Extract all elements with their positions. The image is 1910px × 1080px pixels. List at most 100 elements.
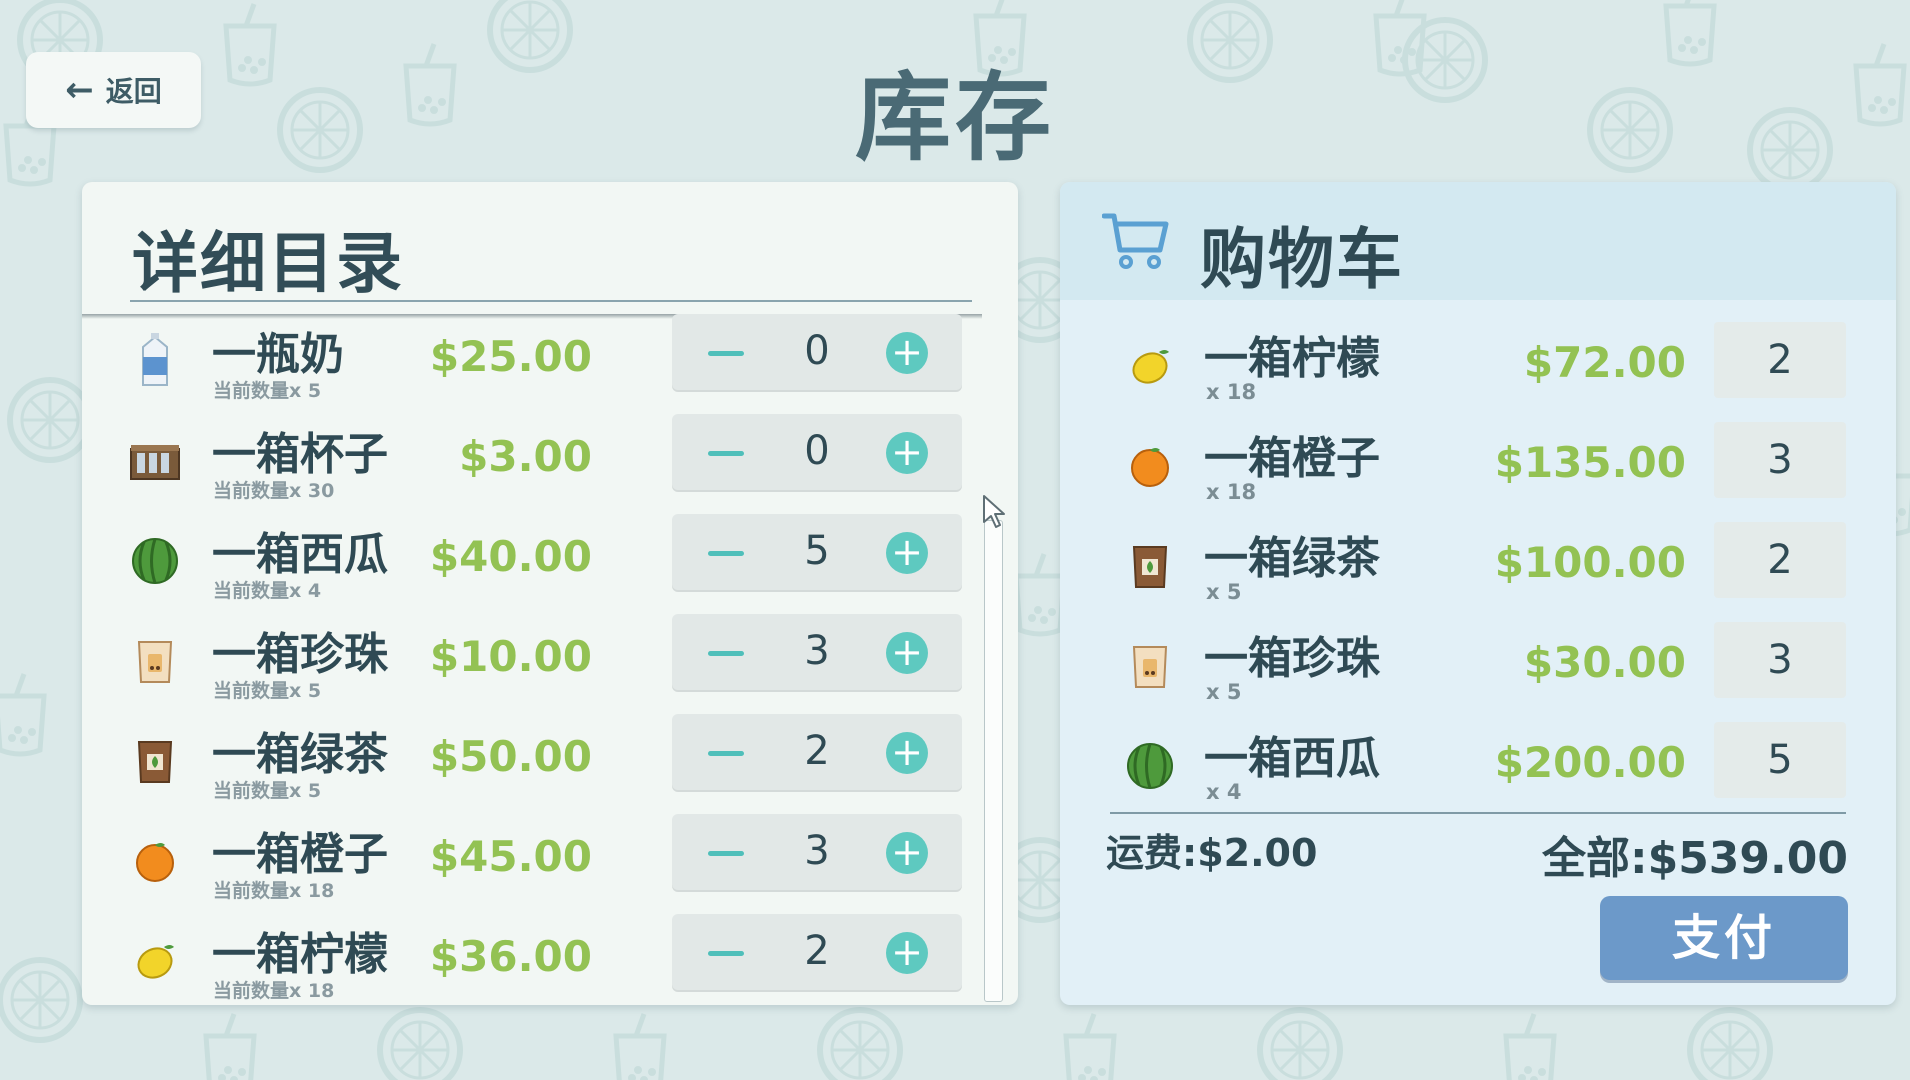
item-name: 一箱绿茶 — [212, 729, 388, 780]
cart-item-unit-count: x 18 — [1206, 480, 1257, 504]
quantity-stepper: 3 + — [672, 614, 962, 692]
cart-item-price: $30.00 — [1523, 638, 1686, 687]
mouse-cursor-icon — [983, 495, 1005, 528]
cart-item-name: 一箱西瓜 — [1204, 733, 1380, 784]
item-name: 一箱杯子 — [212, 429, 388, 480]
cart-item: 一箱柠檬 x 18 $72.00 2 — [1060, 322, 1896, 422]
catalog-item: 一瓶奶 当前数量x 5 $25.00 0 + — [82, 314, 982, 414]
catalog-item: 一箱珍珠 当前数量x 5 $10.00 3 + — [82, 614, 982, 714]
catalog-title: 详细目录 — [132, 225, 404, 302]
plus-icon[interactable]: + — [886, 632, 928, 674]
item-stock: 当前数量x 5 — [213, 780, 322, 802]
catalog-item: 一箱柠檬 当前数量x 18 $36.00 2 + — [82, 914, 982, 1005]
quantity-stepper: 2 + — [672, 714, 962, 792]
cart-qty-field[interactable]: 3 — [1714, 622, 1846, 698]
stepper-value: 3 — [804, 628, 830, 674]
stepper-value: 0 — [804, 328, 830, 374]
cart-item-name: 一箱珍珠 — [1204, 633, 1380, 684]
cart-item: 一箱橙子 x 18 $135.00 3 — [1060, 422, 1896, 522]
pearl-bag-icon — [1120, 636, 1180, 696]
watermelon-icon — [122, 528, 188, 594]
catalog-panel: 详细目录 一瓶奶 当前数量x 5 $25.00 0 + 一箱杯子 当前数量x 3… — [82, 182, 1018, 1005]
item-stock: 当前数量x 30 — [213, 480, 335, 502]
item-stock: 当前数量x 4 — [213, 580, 322, 602]
cart-title: 购物车 — [1200, 221, 1404, 298]
item-price: $25.00 — [429, 332, 592, 381]
shopping-cart-icon — [1102, 213, 1169, 269]
catalog-scrollbar[interactable] — [984, 520, 1003, 1002]
minus-icon[interactable] — [708, 951, 744, 956]
cart-header: 购物车 — [1060, 182, 1896, 300]
quantity-stepper: 0 + — [672, 414, 962, 492]
lemon-icon — [1120, 336, 1180, 396]
order-total: 全部:$539.00 — [1541, 833, 1848, 884]
item-stock: 当前数量x 5 — [213, 380, 322, 402]
cart-item-price: $100.00 — [1494, 538, 1686, 587]
item-price: $3.00 — [459, 432, 592, 481]
item-price: $36.00 — [429, 932, 592, 981]
minus-icon[interactable] — [708, 751, 744, 756]
cart-item-price: $135.00 — [1494, 438, 1686, 487]
item-price: $10.00 — [429, 632, 592, 681]
cart-qty-field[interactable]: 2 — [1714, 522, 1846, 598]
catalog-list[interactable]: 一瓶奶 当前数量x 5 $25.00 0 + 一箱杯子 当前数量x 30 $3.… — [82, 314, 982, 1005]
stepper-value: 5 — [804, 528, 830, 574]
plus-icon[interactable]: + — [886, 732, 928, 774]
cart-item: 一箱西瓜 x 4 $200.00 5 — [1060, 722, 1896, 822]
cart-qty-field[interactable]: 3 — [1714, 422, 1846, 498]
stepper-value: 2 — [804, 928, 830, 974]
minus-icon[interactable] — [708, 351, 744, 356]
stepper-value: 2 — [804, 728, 830, 774]
lemon-icon — [122, 928, 188, 994]
cart-panel: 购物车 一箱柠檬 x 18 $72.00 2 一箱橙子 x 18 $135.00… — [1060, 182, 1896, 1005]
stepper-value: 3 — [804, 828, 830, 874]
plus-icon[interactable]: + — [886, 332, 928, 374]
cart-item-price: $72.00 — [1523, 338, 1686, 387]
cart-item-unit-count: x 5 — [1206, 680, 1242, 704]
cart-item-name: 一箱橙子 — [1204, 433, 1380, 484]
item-name: 一瓶奶 — [212, 329, 344, 380]
catalog-item: 一箱西瓜 当前数量x 4 $40.00 5 + — [82, 514, 982, 614]
minus-icon[interactable] — [708, 651, 744, 656]
item-price: $45.00 — [429, 832, 592, 881]
cart-item-name: 一箱柠檬 — [1204, 333, 1380, 384]
item-price: $50.00 — [429, 732, 592, 781]
stepper-value: 0 — [804, 428, 830, 474]
catalog-item: 一箱橙子 当前数量x 18 $45.00 3 + — [82, 814, 982, 914]
cart-item-price: $200.00 — [1494, 738, 1686, 787]
minus-icon[interactable] — [708, 451, 744, 456]
quantity-stepper: 5 + — [672, 514, 962, 592]
cart-item-unit-count: x 18 — [1206, 380, 1257, 404]
item-price: $40.00 — [429, 532, 592, 581]
green-tea-bag-icon — [1120, 536, 1180, 596]
quantity-stepper: 2 + — [672, 914, 962, 992]
watermelon-icon — [1120, 736, 1180, 796]
item-name: 一箱西瓜 — [212, 529, 388, 580]
cart-divider — [1110, 812, 1846, 814]
minus-icon[interactable] — [708, 551, 744, 556]
item-stock: 当前数量x 18 — [213, 880, 335, 902]
green-tea-bag-icon — [122, 728, 188, 794]
milk-carton-icon — [122, 328, 188, 394]
cart-item: 一箱珍珠 x 5 $30.00 3 — [1060, 622, 1896, 722]
item-name: 一箱珍珠 — [212, 629, 388, 680]
pay-button[interactable]: 支付 — [1600, 896, 1848, 980]
plus-icon[interactable]: + — [886, 532, 928, 574]
cart-qty-field[interactable]: 2 — [1714, 322, 1846, 398]
catalog-item: 一箱绿茶 当前数量x 5 $50.00 2 + — [82, 714, 982, 814]
catalog-item: 一箱杯子 当前数量x 30 $3.00 0 + — [82, 414, 982, 514]
cart-item-unit-count: x 5 — [1206, 580, 1242, 604]
pearl-bag-icon — [122, 628, 188, 694]
plus-icon[interactable]: + — [886, 932, 928, 974]
cart-item-unit-count: x 4 — [1206, 780, 1242, 804]
cups-box-icon — [122, 428, 188, 494]
orange-icon — [122, 828, 188, 894]
item-name: 一箱柠檬 — [212, 929, 388, 980]
page-title: 库存 — [855, 62, 1055, 174]
plus-icon[interactable]: + — [886, 432, 928, 474]
plus-icon[interactable]: + — [886, 832, 928, 874]
cart-qty-field[interactable]: 5 — [1714, 722, 1846, 798]
quantity-stepper: 0 + — [672, 314, 962, 392]
orange-icon — [1120, 436, 1180, 496]
minus-icon[interactable] — [708, 851, 744, 856]
